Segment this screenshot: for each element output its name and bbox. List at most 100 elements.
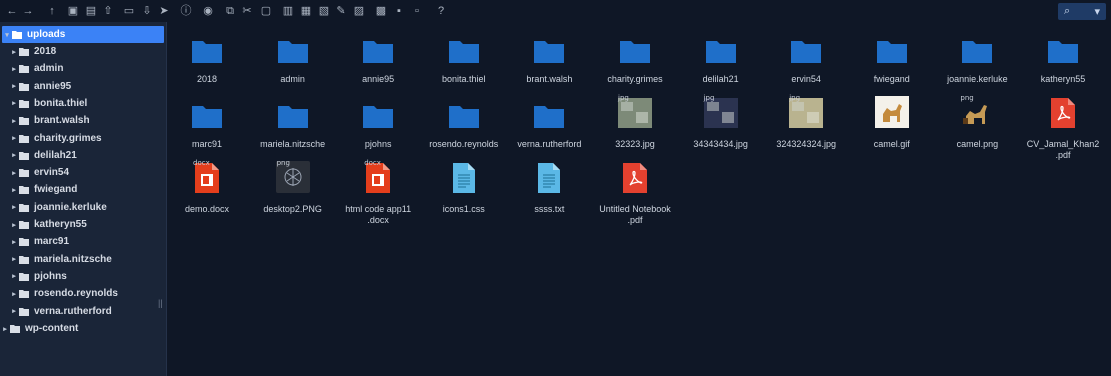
- rename-icon[interactable]: ▦: [299, 4, 313, 18]
- folder-item[interactable]: rosendo.reynolds: [422, 95, 506, 150]
- duplicate-icon[interactable]: ▧: [317, 4, 331, 18]
- delete-icon[interactable]: ▥: [281, 4, 295, 18]
- chevron-right-icon[interactable]: ▸: [9, 151, 19, 159]
- tree-item-brant-walsh[interactable]: ▸ brant.walsh: [0, 112, 166, 129]
- chevron-right-icon[interactable]: ▸: [9, 82, 19, 90]
- tree-item-uploads[interactable]: ▾ uploads: [2, 26, 164, 43]
- edit-icon[interactable]: ✎: [334, 4, 348, 18]
- chevron-right-icon[interactable]: ▸: [9, 99, 19, 107]
- file-item[interactable]: jpg 324324324.jpg: [764, 94, 848, 150]
- tree-item-2018[interactable]: ▸ 2018: [0, 43, 166, 60]
- folder-item[interactable]: pjohns: [336, 95, 420, 150]
- folder-item[interactable]: brant.walsh: [507, 30, 591, 85]
- chevron-right-icon[interactable]: ▸: [9, 221, 19, 229]
- chevron-right-icon[interactable]: ▸: [9, 186, 19, 194]
- file-item[interactable]: ssss.txt: [507, 160, 591, 215]
- tree-item-annie95[interactable]: ▸ annie95: [0, 78, 166, 95]
- up-icon[interactable]: ↑: [45, 4, 59, 18]
- file-name-label: 2018: [196, 74, 218, 84]
- folder-item[interactable]: joannie.kerluke: [935, 30, 1019, 85]
- file-name-label: pjohns: [364, 139, 392, 149]
- archive-icon[interactable]: ▩: [374, 4, 388, 18]
- tree-item-label: 2018: [34, 46, 57, 57]
- tree-item-verna-rutherford[interactable]: ▸ verna.rutherford: [0, 303, 166, 320]
- extract-icon[interactable]: ▪: [392, 4, 406, 18]
- info-icon[interactable]: ⓘ: [179, 4, 193, 18]
- tree-item-katheryn55[interactable]: ▸ katheryn55: [0, 216, 166, 233]
- image-thumbnail-icon: [703, 98, 738, 133]
- file-item[interactable]: jpg 32323.jpg: [593, 94, 677, 150]
- file-item[interactable]: camel.gif: [850, 95, 934, 150]
- tree-item-charity-grimes[interactable]: ▸ charity.grimes: [0, 130, 166, 147]
- select-icon[interactable]: ➤: [157, 4, 171, 18]
- file-item[interactable]: jpg 34343434.jpg: [679, 94, 763, 150]
- tree-item-joannie-kerluke[interactable]: ▸ joannie.kerluke: [0, 199, 166, 216]
- tree-item-rosendo-reynolds[interactable]: ▸ rosendo.reynolds: [0, 285, 166, 302]
- folder-item[interactable]: admin: [251, 30, 335, 85]
- chevron-right-icon[interactable]: ▸: [9, 290, 19, 298]
- folder-item[interactable]: annie95: [336, 30, 420, 85]
- chevron-right-icon[interactable]: ▸: [9, 203, 19, 211]
- resize-icon[interactable]: ▨: [352, 4, 366, 18]
- file-item[interactable]: Untitled Notebook .pdf: [593, 160, 677, 226]
- folder-icon: [19, 168, 29, 178]
- tree-item-ervin54[interactable]: ▸ ervin54: [0, 164, 166, 181]
- file-item[interactable]: docx demo.docx: [165, 159, 249, 215]
- file-item[interactable]: icons1.css: [422, 160, 506, 215]
- folder-item[interactable]: bonita.thiel: [422, 30, 506, 85]
- back-icon[interactable]: ←: [5, 4, 19, 18]
- open-folder-icon[interactable]: ▭: [122, 4, 136, 18]
- tree-item-delilah21[interactable]: ▸ delilah21: [0, 147, 166, 164]
- tree-item-admin[interactable]: ▸ admin: [0, 60, 166, 77]
- forward-icon[interactable]: →: [21, 4, 35, 18]
- folder-item[interactable]: mariela.nitzsche: [251, 95, 335, 150]
- chevron-right-icon[interactable]: ▸: [0, 325, 10, 333]
- folder-item[interactable]: delilah21: [679, 30, 763, 85]
- new-file-icon[interactable]: ▤: [84, 4, 98, 18]
- folder-item[interactable]: 2018: [165, 30, 249, 85]
- tree-item-wp-content[interactable]: ▸ wp-content: [0, 320, 166, 337]
- chevron-right-icon[interactable]: ▸: [9, 134, 19, 142]
- upload-icon[interactable]: ⇧: [101, 4, 115, 18]
- chevron-right-icon[interactable]: ▸: [9, 65, 19, 73]
- folder-item[interactable]: fwiegand: [850, 30, 934, 85]
- preview-icon[interactable]: ◉: [201, 4, 215, 18]
- file-name-label: delilah21: [702, 74, 739, 84]
- file-name-label: demo.docx: [184, 204, 230, 214]
- view-icon[interactable]: ▫: [410, 4, 424, 18]
- new-folder-icon[interactable]: ▣: [66, 4, 80, 18]
- file-item[interactable]: CV_Jamal_Khan2 .pdf: [1021, 95, 1105, 161]
- file-name-label: 32323.jpg: [615, 139, 655, 149]
- folder-item[interactable]: katheryn55: [1021, 30, 1105, 85]
- chevron-right-icon[interactable]: ▸: [9, 255, 19, 263]
- chevron-right-icon[interactable]: ▸: [9, 238, 19, 246]
- folder-item[interactable]: charity.grimes: [593, 30, 677, 85]
- chevron-right-icon[interactable]: ▸: [9, 48, 19, 56]
- tree-item-pjohns[interactable]: ▸ pjohns: [0, 268, 166, 285]
- chevron-right-icon[interactable]: ▸: [9, 117, 19, 125]
- file-item[interactable]: png desktop2.PNG: [251, 159, 335, 215]
- chevron-down-icon[interactable]: ▾: [2, 31, 12, 39]
- cut-icon[interactable]: ✂: [240, 4, 254, 18]
- tree-item-fwiegand[interactable]: ▸ fwiegand: [0, 181, 166, 198]
- tree-item-marc91[interactable]: ▸ marc91: [0, 233, 166, 250]
- file-name-label: html code app11 .docx: [336, 204, 420, 226]
- file-item[interactable]: png camel.png: [935, 94, 1019, 150]
- chevron-right-icon[interactable]: ▸: [9, 272, 19, 280]
- download-icon[interactable]: ⇩: [140, 4, 154, 18]
- paste-icon[interactable]: ▢: [259, 4, 273, 18]
- search-button[interactable]: ⌕ ▾: [1058, 3, 1106, 20]
- copy-icon[interactable]: ⧉: [223, 4, 237, 18]
- folder-item[interactable]: ervin54: [764, 30, 848, 85]
- folder-icon: [363, 104, 394, 133]
- file-name-label: ervin54: [791, 74, 821, 84]
- folder-item[interactable]: verna.rutherford: [507, 95, 591, 150]
- tree-item-mariela-nitzsche[interactable]: ▸ mariela.nitzsche: [0, 251, 166, 268]
- help-icon[interactable]: ?: [434, 4, 448, 18]
- file-item[interactable]: docx html code app11 .docx: [336, 159, 420, 226]
- chevron-right-icon[interactable]: ▸: [9, 169, 19, 177]
- file-name-label: admin: [280, 74, 305, 84]
- chevron-right-icon[interactable]: ▸: [9, 307, 19, 315]
- tree-item-bonita-thiel[interactable]: ▸ bonita.thiel: [0, 95, 166, 112]
- folder-item[interactable]: marc91: [165, 95, 249, 150]
